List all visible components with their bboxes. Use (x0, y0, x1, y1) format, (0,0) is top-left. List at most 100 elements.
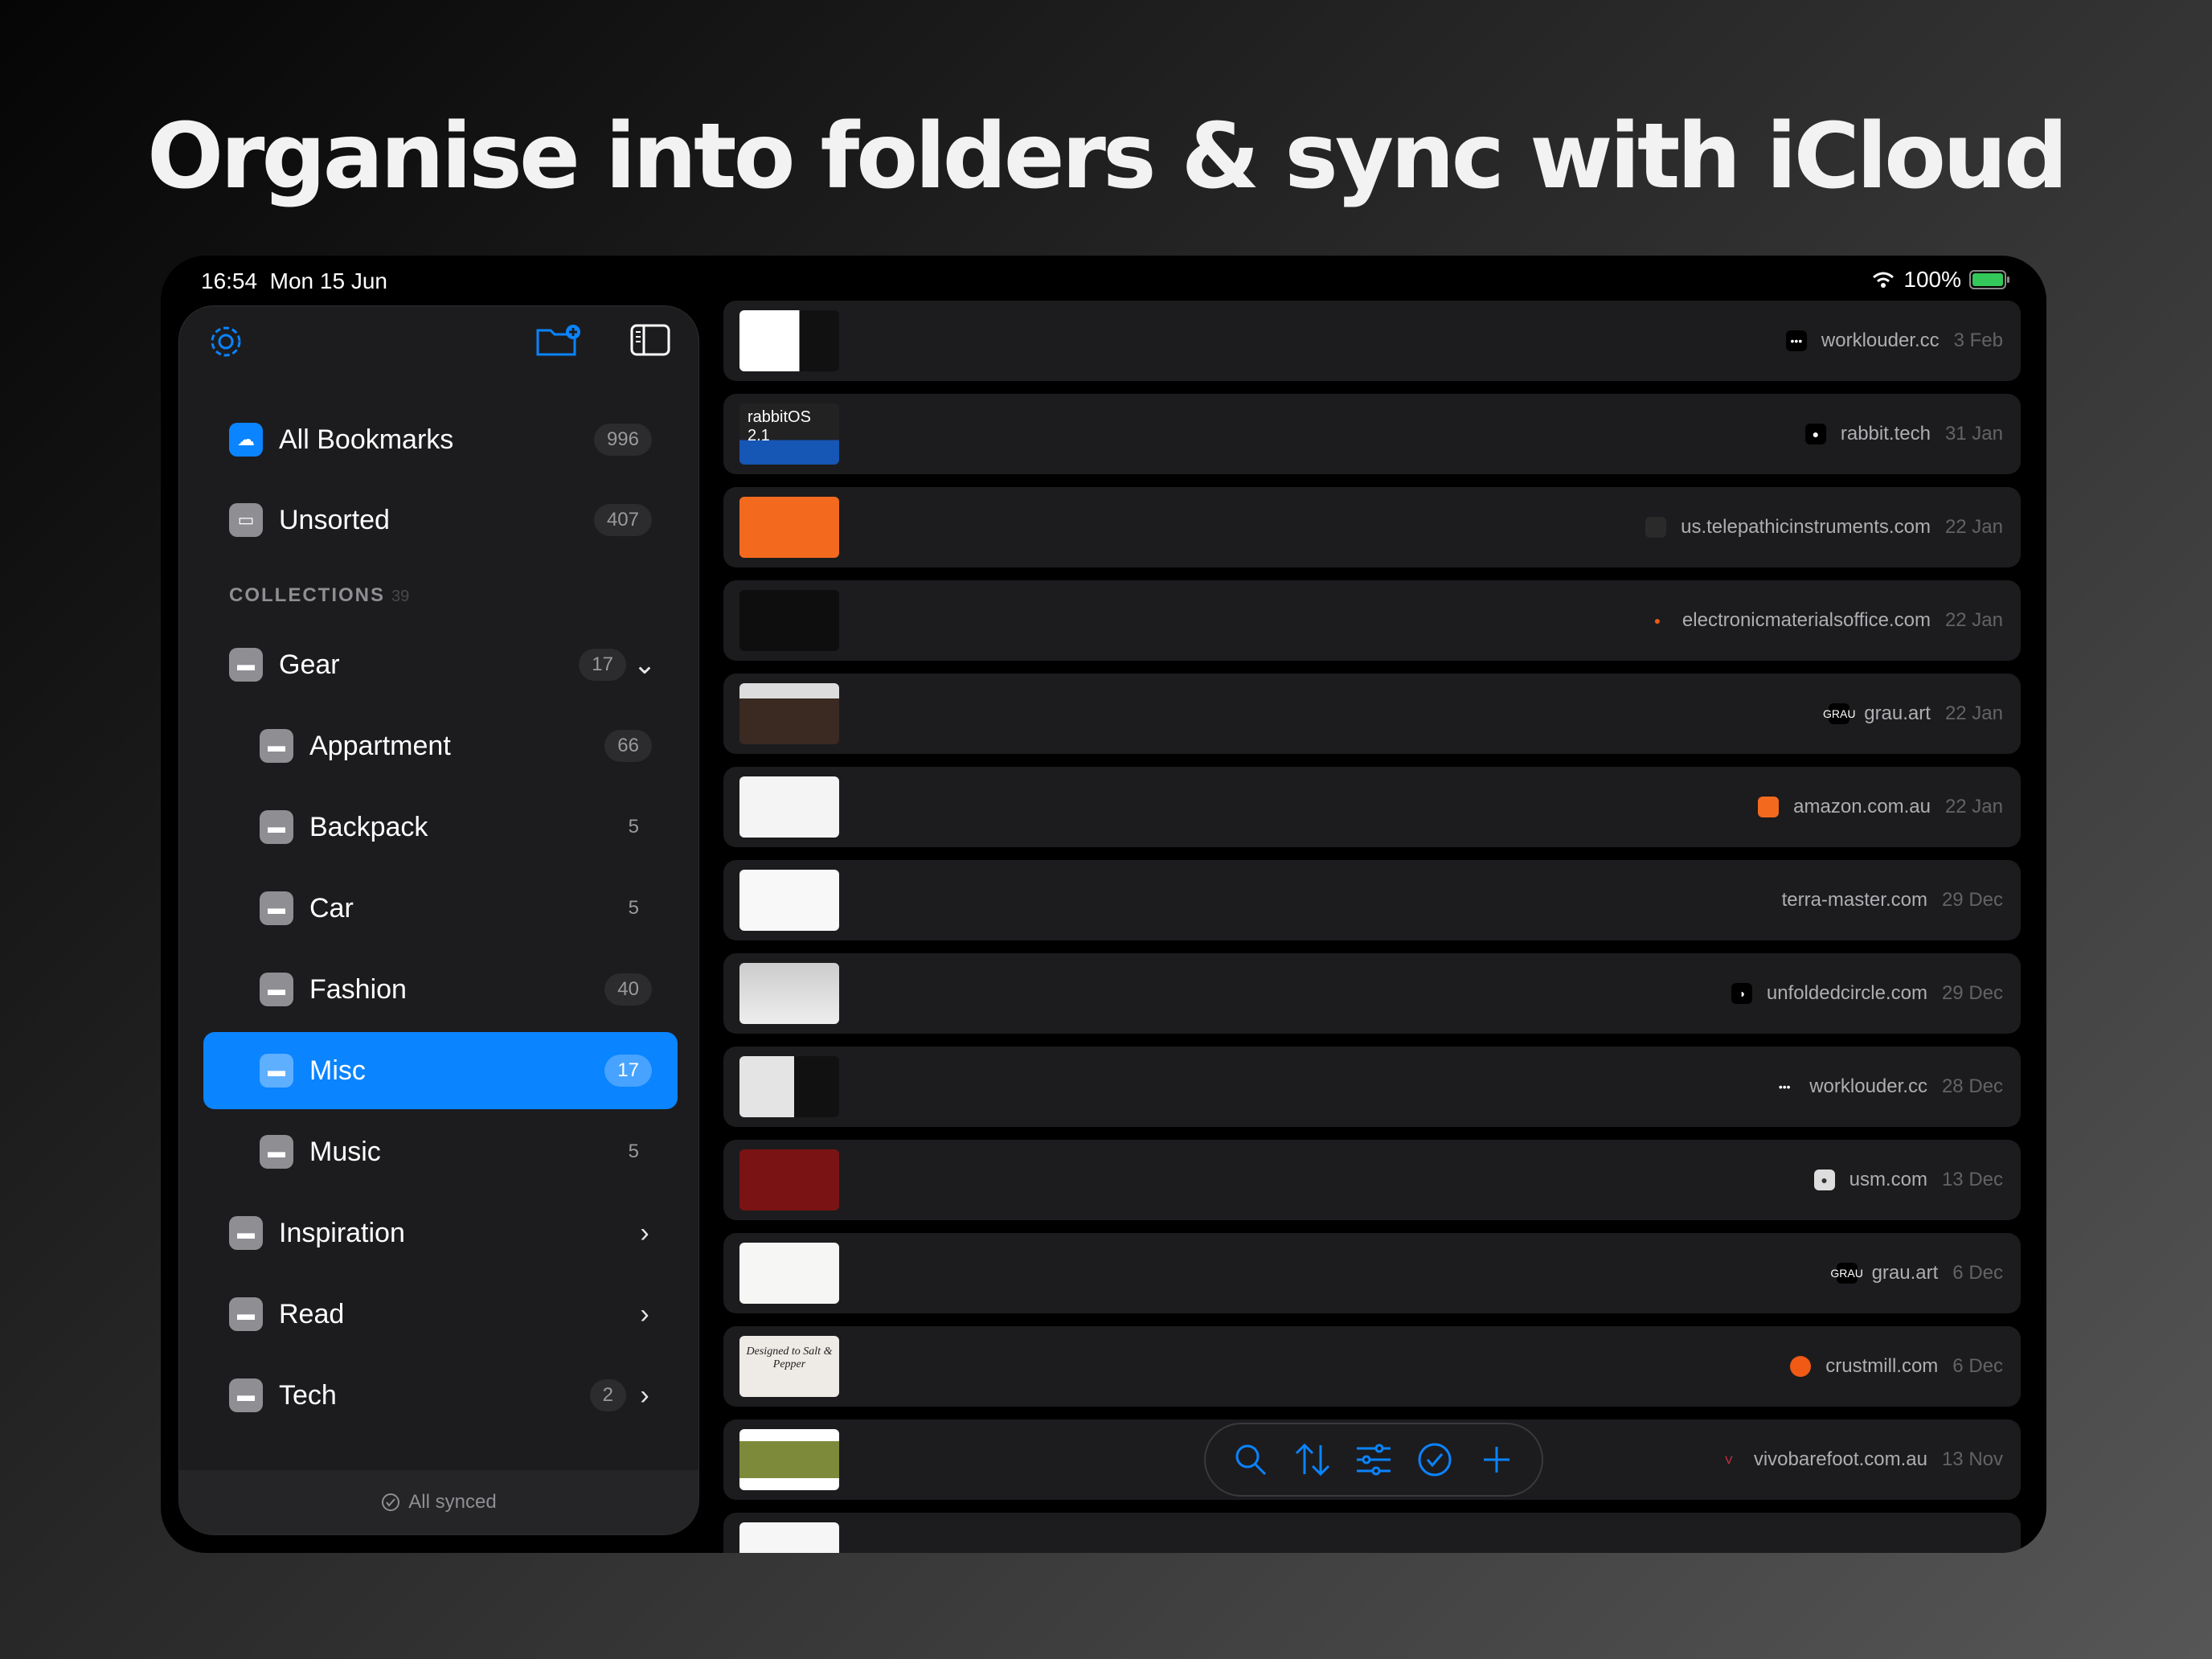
bookmark-date: 28 Dec (1941, 1075, 2003, 1097)
bottom-toolbar (1204, 1423, 1543, 1497)
bookmark-domain: crustmill.com (1825, 1355, 1939, 1377)
bookmark-thumbnail (739, 1429, 839, 1490)
bookmark-row[interactable]: ● electronicmaterialsoffice.com 22 Jan (723, 580, 2021, 661)
folder-icon: ▬ (260, 810, 293, 844)
sort-icon[interactable] (1288, 1442, 1337, 1477)
battery-percent: 100% (1903, 267, 1961, 292)
count-badge: 5 (628, 816, 639, 838)
filter-sliders-icon[interactable] (1350, 1444, 1398, 1476)
favicon-icon: ◑ (1731, 983, 1752, 1004)
folder-icon: ▬ (260, 1054, 293, 1088)
bookmark-thumbnail (739, 590, 839, 651)
folder-icon: ▬ (229, 648, 263, 682)
bookmark-thumbnail (739, 1243, 839, 1304)
bookmark-thumbnail (739, 497, 839, 558)
thumbnail-caption: rabbitOS 2.1 (748, 408, 811, 444)
bookmark-row[interactable]: Designed to Salt & Pepper crustmill.com 6 … (723, 1326, 2021, 1407)
bookmark-thumbnail (739, 776, 839, 838)
cloud-icon: ☁ (229, 423, 263, 457)
chevron-right-icon[interactable]: › (633, 1218, 657, 1249)
bookmark-row[interactable]: amazon.com.au 22 Jan (723, 767, 2021, 847)
sidebar-item-music[interactable]: ▬ Music 5 (203, 1113, 678, 1190)
add-bookmark-icon[interactable] (1473, 1444, 1521, 1476)
bookmark-row[interactable] (723, 1513, 2021, 1553)
bookmark-row[interactable]: ••• worklouder.cc 28 Dec (723, 1047, 2021, 1127)
folder-icon: ▬ (260, 729, 293, 763)
count-badge: 5 (628, 1141, 639, 1162)
sidebar-item-appartment[interactable]: ▬ Appartment 66 (203, 707, 678, 784)
bookmark-row[interactable]: GRAU grau.art 22 Jan (723, 674, 2021, 754)
sidebar: ☁ All Bookmarks 996 ▭ Unsorted 407 COLLE… (178, 305, 699, 1535)
count-badge: 407 (593, 504, 652, 536)
bookmark-domain: amazon.com.au (1793, 796, 1931, 817)
chevron-right-icon[interactable]: › (633, 1380, 657, 1411)
status-date: Mon 15 Jun (269, 268, 387, 293)
bookmark-domain: grau.art (1871, 1262, 1939, 1284)
sidebar-item-car[interactable]: ▬ Car 5 (203, 870, 678, 947)
sidebar-item-backpack[interactable]: ▬ Backpack 5 (203, 789, 678, 866)
bookmark-row[interactable]: terra-master.com 29 Dec (723, 860, 2021, 940)
favicon-icon: GRAU (1823, 703, 1855, 724)
select-checkmark-icon[interactable] (1411, 1442, 1459, 1477)
count-badge: 996 (593, 424, 652, 456)
favicon-icon (1790, 1356, 1812, 1377)
sidebar-item-misc[interactable]: ▬ Misc 17 (203, 1032, 678, 1109)
bookmark-domain: vivobarefoot.com.au (1753, 1448, 1927, 1470)
favicon-icon: ● (1646, 610, 1668, 631)
bookmark-row[interactable]: us.telepathicinstruments.com 22 Jan (723, 487, 2021, 567)
bookmark-row[interactable]: rabbitOS 2.1 ● rabbit.tech 31 Jan (723, 394, 2021, 474)
bookmark-thumbnail: rabbitOS 2.1 (739, 403, 839, 465)
sidebar-item-tech[interactable]: ▬ Tech 2 › (203, 1357, 678, 1434)
bookmark-list: ••• worklouder.cc 3 Feb rabbitOS 2.1 ● rabbit… (723, 301, 2021, 1553)
bookmark-domain: us.telepathicinstruments.com (1681, 516, 1931, 538)
bookmark-row[interactable]: ● usm.com 13 Dec (723, 1140, 2021, 1220)
favicon-icon: ● (1813, 1169, 1835, 1190)
sidebar-item-unsorted[interactable]: ▭ Unsorted 407 (203, 481, 678, 559)
sidebar-item-gear[interactable]: ▬ Gear 17 ⌄ (203, 626, 678, 703)
bookmark-thumbnail (739, 870, 839, 931)
bookmark-domain: worklouder.cc (1821, 330, 1940, 351)
chevron-down-icon[interactable]: ⌄ (633, 649, 657, 681)
bookmark-date: 3 Feb (1953, 330, 2003, 351)
bookmark-thumbnail (739, 963, 839, 1024)
count-badge: 17 (579, 649, 626, 681)
bookmark-row[interactable]: ••• worklouder.cc 3 Feb (723, 301, 2021, 381)
bookmark-thumbnail (739, 683, 839, 744)
count-badge: 40 (604, 973, 652, 1006)
search-icon[interactable] (1227, 1442, 1275, 1477)
thumbnail-caption: Designed to Salt & Pepper (746, 1346, 833, 1370)
chevron-right-icon[interactable]: › (633, 1299, 657, 1330)
sidebar-item-read[interactable]: ▬ Read › (203, 1276, 678, 1353)
count-badge: 2 (589, 1379, 626, 1411)
sidebar-item-inspiration[interactable]: ▬ Inspiration › (203, 1194, 678, 1272)
bookmark-domain: usm.com (1849, 1169, 1927, 1190)
bookmark-date: 29 Dec (1941, 889, 2003, 911)
bookmark-date: 29 Dec (1941, 982, 2003, 1004)
bookmark-row[interactable]: ◑ unfoldedcircle.com 29 Dec (723, 953, 2021, 1034)
sidebar-item-all-bookmarks[interactable]: ☁ All Bookmarks 996 (203, 401, 678, 478)
count-badge: 17 (604, 1055, 652, 1087)
sidebar-item-fashion[interactable]: ▬ Fashion 40 (203, 951, 678, 1028)
favicon-icon: ••• (1785, 330, 1807, 351)
bookmark-row[interactable]: GRAU grau.art 6 Dec (723, 1233, 2021, 1313)
bookmark-domain: grau.art (1864, 703, 1931, 724)
bookmark-thumbnail (739, 1056, 839, 1117)
bookmark-date: 31 Jan (1944, 423, 2003, 444)
sync-status-footer: All synced (179, 1470, 698, 1534)
new-folder-icon[interactable] (535, 321, 583, 359)
bookmark-date: 22 Jan (1944, 703, 2003, 724)
bookmark-domain: rabbit.tech (1840, 423, 1931, 444)
sidebar-toggle-icon[interactable] (629, 322, 671, 358)
settings-gear-icon[interactable] (207, 322, 245, 361)
folder-icon: ▬ (260, 891, 293, 925)
count-badge: 66 (604, 730, 652, 762)
folder-icon: ▬ (229, 1297, 263, 1331)
count-badge: 5 (628, 897, 639, 919)
folder-icon: ▬ (229, 1378, 263, 1412)
bookmark-date: 6 Dec (1952, 1262, 2003, 1284)
collections-header: COLLECTIONS 39 (229, 584, 410, 606)
favicon-icon: ● (1804, 424, 1826, 444)
favicon-icon: ••• (1774, 1076, 1796, 1097)
ipad-device: 16:54 Mon 15 Jun 100% ☁ All Bookmarks 99… (161, 256, 2046, 1553)
status-bar: 16:54 Mon 15 Jun 100% (161, 256, 2046, 305)
